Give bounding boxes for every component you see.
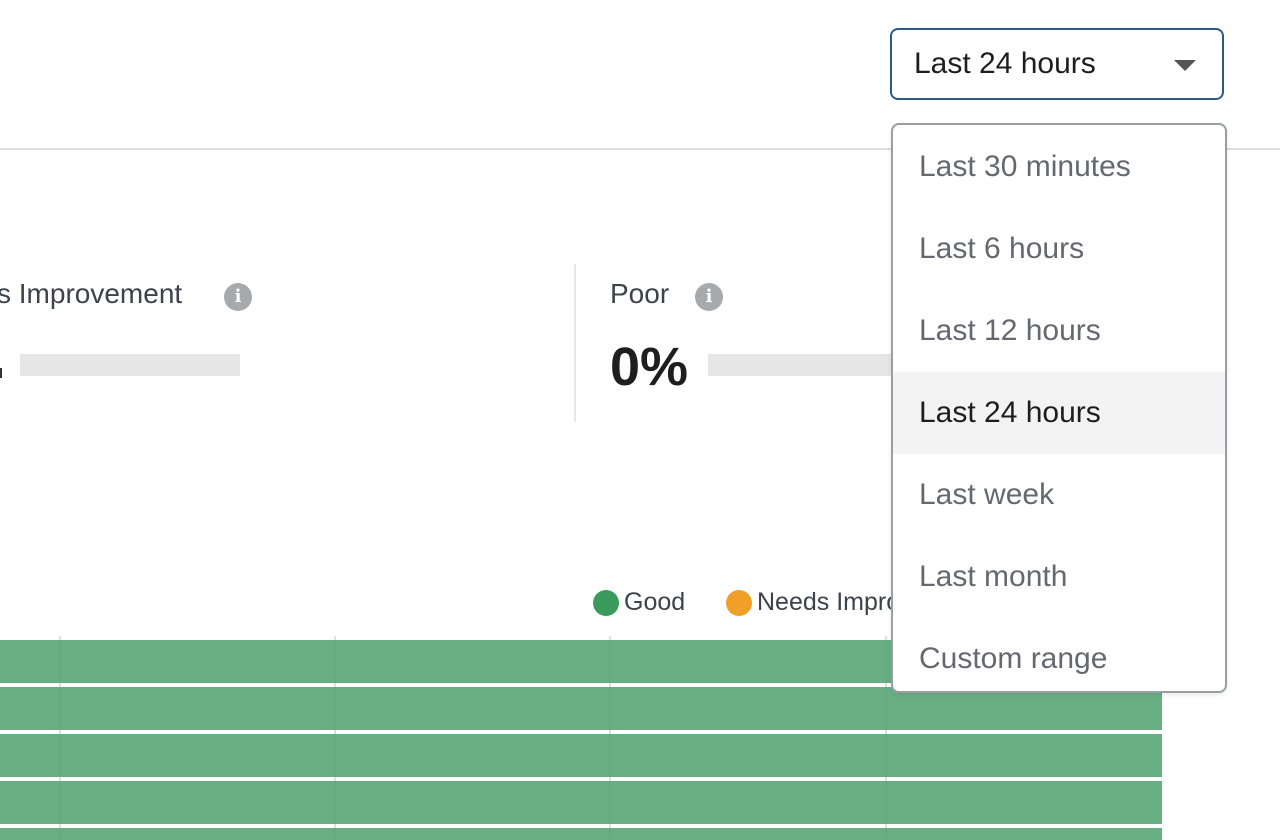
time-range-option[interactable]: Last week	[893, 454, 1225, 536]
legend-dot-good	[593, 589, 619, 616]
legend-label-needs-improvement: Needs Impro	[757, 588, 901, 616]
legend-item-good[interactable]: Good	[593, 588, 685, 617]
chart-bar	[0, 781, 1162, 824]
time-range-option[interactable]: Last 6 hours	[893, 208, 1225, 290]
time-range-select[interactable]: Last 24 hours	[890, 28, 1224, 100]
time-range-value: Last 24 hours	[914, 47, 1096, 80]
poor-label: Poor	[610, 278, 670, 309]
time-range-option[interactable]: Last 24 hours	[893, 372, 1225, 454]
time-range-option[interactable]: Custom range	[893, 618, 1225, 691]
stat-divider	[574, 264, 576, 422]
chart-bar	[0, 734, 1162, 777]
chevron-down-icon	[1174, 60, 1196, 71]
web-vitals-page: Last 24 hours s Improvement i Poor i 0% …	[0, 0, 1280, 840]
time-range-option[interactable]: Last 30 minutes	[893, 126, 1225, 208]
legend-dot-needs-improvement	[726, 589, 752, 616]
poor-value: 0%	[610, 337, 689, 397]
info-icon[interactable]: i	[695, 283, 723, 311]
info-icon[interactable]: i	[224, 283, 252, 311]
time-range-option[interactable]: Last 12 hours	[893, 290, 1225, 372]
legend-label-good: Good	[624, 588, 686, 616]
needs-improvement-label: s Improvement	[0, 278, 183, 309]
time-range-option[interactable]: Last month	[893, 536, 1225, 618]
needs-improvement-value-fragment	[0, 368, 2, 378]
chart-bar	[0, 828, 1162, 840]
chart-bar	[0, 687, 1162, 730]
legend-item-needs-improvement[interactable]: Needs Impro	[726, 588, 900, 617]
time-range-menu: Last 30 minutes Last 6 hours Last 12 hours…	[891, 123, 1227, 693]
needs-improvement-bar	[20, 354, 240, 376]
